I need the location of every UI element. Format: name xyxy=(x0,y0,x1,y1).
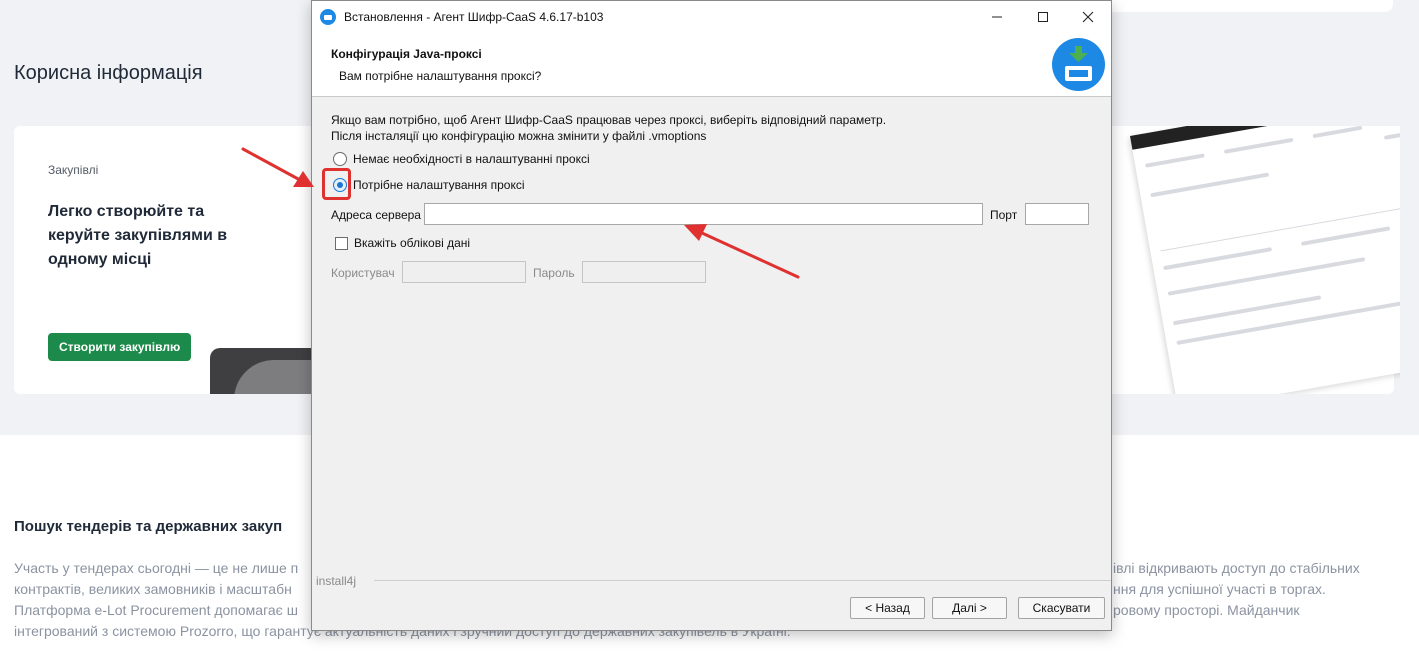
paragraph-line: Участь у тендерах сьогодні — це не лише … xyxy=(14,560,299,576)
back-button[interactable]: < Назад xyxy=(850,597,925,619)
screenshot-line xyxy=(1300,226,1391,246)
paragraph-line: Платформа e-Lot Procurement допомагає ш xyxy=(14,602,298,618)
installer-app-icon xyxy=(320,9,336,25)
platform-screenshot-image xyxy=(1100,126,1400,394)
user-input[interactable] xyxy=(402,261,526,283)
step-title: Конфігурація Java-проксі xyxy=(331,47,482,61)
footer-divider xyxy=(374,580,1111,581)
maximize-icon[interactable] xyxy=(1020,1,1066,33)
paragraph-line: контрактів, великих замовників і масштаб… xyxy=(14,581,292,597)
card-category: Закупівлі xyxy=(48,163,99,177)
screenshot-line xyxy=(1383,126,1400,140)
title-bar[interactable]: Встановлення - Агент Шифр-CaaS 4.6.17-b1… xyxy=(312,1,1111,33)
screenshot-line xyxy=(1176,299,1400,346)
cancel-button[interactable]: Скасувати xyxy=(1018,597,1105,619)
radio-button[interactable] xyxy=(333,152,347,166)
minimize-icon[interactable] xyxy=(974,1,1020,33)
screenshot-line xyxy=(1223,137,1294,154)
user-label: Користувач xyxy=(331,266,395,280)
screenshot-line xyxy=(1145,153,1205,168)
server-address-input[interactable] xyxy=(424,203,983,225)
radio-label: Потрібне налаштування проксі xyxy=(353,178,525,192)
screenshot-page xyxy=(1130,126,1400,394)
paragraph-line: ровому просторі. Майданчик xyxy=(1113,602,1300,618)
screenshot-divider xyxy=(1160,198,1400,252)
window-title: Встановлення - Агент Шифр-CaaS 4.6.17-b1… xyxy=(344,10,604,24)
close-icon[interactable] xyxy=(1065,1,1111,33)
footer-brand: install4j xyxy=(316,574,357,588)
create-procurement-button[interactable]: Створити закупівлю xyxy=(48,333,192,361)
paragraph-line: ння для успішної участі в торгах. xyxy=(1113,581,1326,597)
radio-no-proxy[interactable]: Немає необхідності в налаштуванні проксі xyxy=(333,150,590,168)
paragraph-line: івлі відкривають доступ до стабільних xyxy=(1113,560,1360,576)
card-heading: Легко створюйте та керуйте закупівлями в… xyxy=(48,203,228,268)
logo-tray xyxy=(1065,66,1092,81)
server-label: Адреса сервера xyxy=(331,208,421,222)
radio-label: Немає необхідності в налаштуванні проксі xyxy=(353,152,590,166)
step-subtitle: Вам потрібне налаштування проксі? xyxy=(339,69,542,83)
download-tray-icon xyxy=(1052,38,1105,91)
screenshot-line xyxy=(1150,172,1270,198)
intro-text: Після інсталяції цю конфігурацію можна з… xyxy=(331,129,707,143)
screenshot-line xyxy=(1312,126,1363,139)
search-section-title: Пошук тендерів та державних закуп xyxy=(14,518,283,535)
credentials-label: Вкажіть облікові дані xyxy=(354,236,471,250)
port-label: Порт xyxy=(990,208,1018,222)
next-button[interactable]: Далі > xyxy=(932,597,1007,619)
credentials-checkbox-row[interactable]: Вкажіть облікові дані xyxy=(335,235,470,251)
password-label: Пароль xyxy=(533,266,575,280)
credentials-checkbox[interactable] xyxy=(335,236,348,250)
intro-text: Якщо вам потрібно, щоб Агент Шифр-CaaS п… xyxy=(331,113,887,127)
port-input[interactable] xyxy=(1025,203,1089,225)
radio-proxy[interactable]: Потрібне налаштування проксі xyxy=(333,176,525,194)
password-input[interactable] xyxy=(582,261,706,283)
screenshot-line xyxy=(1163,247,1273,271)
annotation-highlight-box xyxy=(322,168,351,200)
top-card xyxy=(1100,0,1393,12)
wizard-header: Конфігурація Java-проксі Вам потрібне на… xyxy=(312,33,1111,97)
section-title: Корисна інформація xyxy=(14,62,203,84)
installer-dialog: Встановлення - Агент Шифр-CaaS 4.6.17-b1… xyxy=(311,0,1112,631)
